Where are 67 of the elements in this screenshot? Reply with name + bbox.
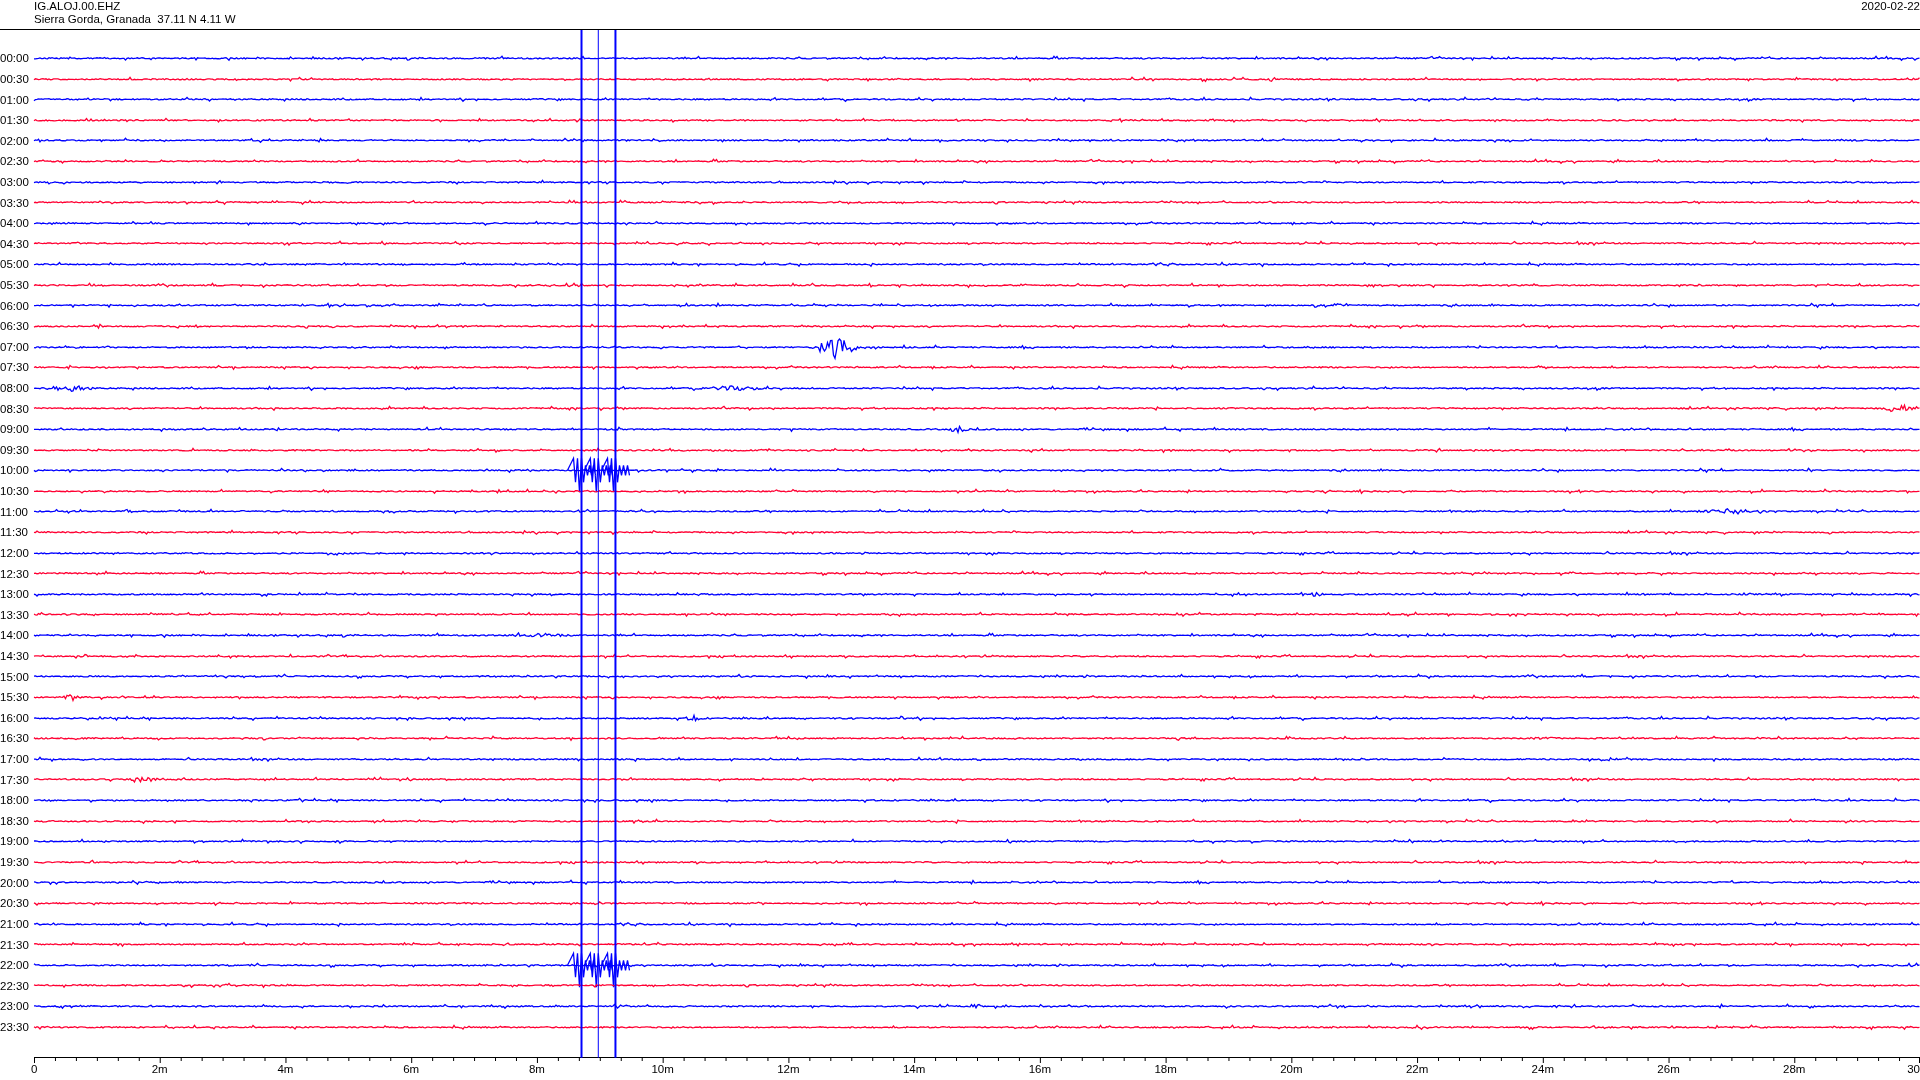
trace-time-label: 09:00 xyxy=(0,423,30,436)
axis-tick-label: 28m xyxy=(1783,1063,1806,1076)
trace-time-label: 01:30 xyxy=(0,114,30,127)
trace-time-label: 09:30 xyxy=(0,443,30,456)
trace-time-label: 15:30 xyxy=(0,691,30,704)
trace-time-label: 23:30 xyxy=(0,1020,30,1033)
trace-time-label: 21:30 xyxy=(0,938,30,951)
trace-time-label: 21:00 xyxy=(0,917,30,930)
trace-time-label: 18:00 xyxy=(0,794,30,807)
axis-tick-label: 10m xyxy=(651,1063,674,1076)
trace-time-label: 05:00 xyxy=(0,258,30,271)
trace-time-label: 06:30 xyxy=(0,320,30,333)
axis-tick-label: 18m xyxy=(1154,1063,1177,1076)
trace-time-label: 14:30 xyxy=(0,649,30,662)
axis-tick-label: 12m xyxy=(777,1063,800,1076)
trace-time-label: 22:00 xyxy=(0,959,30,972)
axis-tick-label: 0 xyxy=(31,1063,38,1076)
axis-tick-label: 16m xyxy=(1028,1063,1052,1076)
trace-time-label: 00:00 xyxy=(0,52,30,65)
trace-time-label: 07:00 xyxy=(0,340,30,353)
trace-time-label: 04:30 xyxy=(0,237,30,250)
trace-time-label: 01:00 xyxy=(0,93,30,106)
axis-tick-label: 2m xyxy=(151,1063,168,1076)
trace-time-label: 10:00 xyxy=(0,464,30,477)
trace-time-label: 14:00 xyxy=(0,629,30,642)
trace-time-label: 11:00 xyxy=(0,505,29,518)
trace-time-label: 20:00 xyxy=(0,876,30,889)
trace-time-label: 00:30 xyxy=(0,72,30,85)
trace-time-label: 19:30 xyxy=(0,856,30,869)
axis-tick-label: 24m xyxy=(1531,1063,1554,1076)
trace-time-label: 02:30 xyxy=(0,155,30,168)
trace-time-label: 19:00 xyxy=(0,835,30,848)
trace-time-label: 17:00 xyxy=(0,753,30,765)
trace-time-label: 16:00 xyxy=(0,711,30,724)
axis-tick-label: 6m xyxy=(403,1063,420,1076)
axis-tick-label: 30 xyxy=(1907,1063,1920,1076)
trace-time-label: 08:00 xyxy=(0,382,30,395)
trace-time-label: 06:00 xyxy=(0,299,30,312)
trace-time-label: 18:30 xyxy=(0,814,30,827)
axis-tick-label: 26m xyxy=(1657,1063,1680,1076)
trace-time-label: 13:00 xyxy=(0,588,30,601)
axis-tick-label: 22m xyxy=(1405,1063,1429,1076)
axis-tick-label: 8m xyxy=(528,1063,545,1076)
trace-time-label: 07:30 xyxy=(0,361,30,374)
trace-time-label: 12:30 xyxy=(0,567,30,580)
trace-time-label: 12:00 xyxy=(0,546,30,559)
trace-time-label: 02:00 xyxy=(0,134,30,147)
axis-tick-label: 14m xyxy=(902,1063,926,1076)
trace-time-label: 23:00 xyxy=(0,1000,30,1013)
trace-time-label: 22:30 xyxy=(0,979,30,992)
station-location: Sierra Gorda, Granada 37.11 N 4.11 W xyxy=(34,13,236,26)
trace-time-label: 16:30 xyxy=(0,732,30,745)
trace-time-label: 11:30 xyxy=(0,526,29,539)
trace-time-label: 05:30 xyxy=(0,279,30,291)
trace-time-label: 03:00 xyxy=(0,175,30,188)
station-code: IG.ALOJ.00.EHZ xyxy=(34,0,122,13)
trace-time-label: 13:30 xyxy=(0,608,30,621)
trace-time-label: 04:00 xyxy=(0,217,30,230)
plot-date: 2020-02-22 xyxy=(1861,0,1920,13)
trace-time-label: 17:30 xyxy=(0,773,30,786)
trace-time-label: 20:30 xyxy=(0,897,30,910)
trace-time-label: 15:00 xyxy=(0,670,30,683)
trace-time-label: 03:30 xyxy=(0,196,30,209)
axis-tick-label: 4m xyxy=(277,1063,294,1076)
axis-tick-label: 20m xyxy=(1280,1063,1303,1076)
trace-time-label: 10:30 xyxy=(0,485,30,498)
trace-time-label: 08:30 xyxy=(0,402,30,415)
